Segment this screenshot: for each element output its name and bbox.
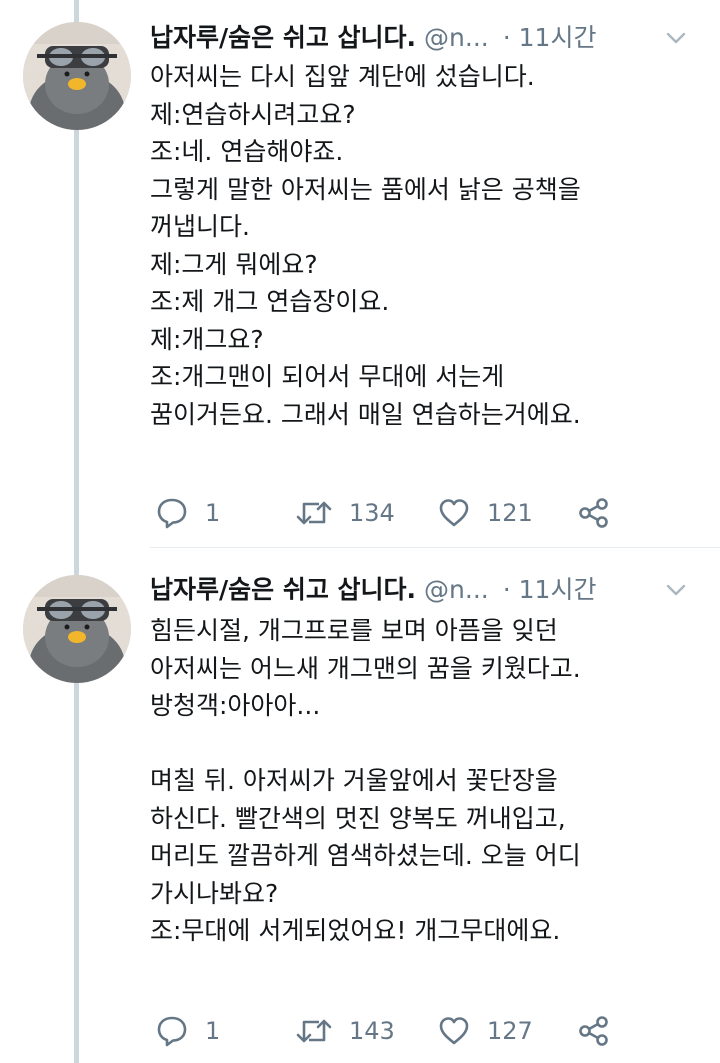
tweet-header: 납자루/숨은 쉬고 삽니다. @n... · 11시간 — [150, 572, 710, 608]
tweet[interactable]: 납자루/숨은 쉬고 삽니다. @n... · 11시간 힘든시절, 개그프로를 보며… — [0, 548, 720, 1063]
reply-count: 1 — [205, 499, 221, 527]
tweet-text: 힘든시절, 개그프로를 보며 아픔을 잊던 아저씨는 어느새 개그맨의 꿈을 키… — [150, 616, 581, 945]
retweet-icon — [296, 501, 332, 525]
retweet-count: 143 — [349, 1017, 395, 1045]
reply-button[interactable]: 1 — [155, 1010, 220, 1052]
timestamp[interactable]: · 11시간 — [503, 575, 597, 604]
reply-icon — [157, 498, 187, 529]
display-name[interactable]: 납자루/숨은 쉬고 삽니다. — [150, 23, 416, 52]
reply-button[interactable]: 1 — [155, 492, 220, 534]
user-handle[interactable]: @n... — [424, 23, 489, 52]
display-name[interactable]: 납자루/숨은 쉬고 삽니다. — [150, 575, 416, 604]
like-count: 121 — [487, 499, 533, 527]
heart-icon — [439, 499, 469, 527]
penguin-with-goggles-avatar — [23, 22, 131, 130]
retweet-icon — [296, 1019, 332, 1043]
retweet-button[interactable]: 134 — [295, 492, 395, 534]
like-button[interactable]: 121 — [437, 492, 533, 534]
penguin-with-goggles-avatar — [23, 575, 131, 683]
timestamp[interactable]: · 11시간 — [503, 23, 597, 52]
share-icon — [579, 1016, 608, 1046]
tweet-header: 납자루/숨은 쉬고 삽니다. @n... · 11시간 — [150, 20, 710, 56]
user-handle[interactable]: @n... — [424, 575, 489, 604]
tweet-actions: 1 143 127 — [155, 1010, 635, 1052]
like-count: 127 — [487, 1017, 533, 1045]
heart-icon — [439, 1017, 469, 1045]
chevron-down-icon[interactable] — [662, 576, 690, 604]
reply-icon — [157, 1016, 187, 1047]
retweet-button[interactable]: 143 — [295, 1010, 395, 1052]
avatar[interactable] — [23, 22, 131, 130]
share-icon — [579, 498, 608, 528]
chevron-down-icon[interactable] — [662, 24, 690, 52]
share-button[interactable] — [577, 1010, 611, 1052]
tweet[interactable]: 납자루/숨은 쉬고 삽니다. @n... · 11시간 아저씨는 다시 집앞 계단에… — [0, 0, 720, 548]
share-button[interactable] — [577, 492, 611, 534]
retweet-count: 134 — [349, 499, 395, 527]
tweet-actions: 1 134 121 — [155, 492, 635, 534]
avatar[interactable] — [23, 575, 131, 683]
like-button[interactable]: 127 — [437, 1010, 533, 1052]
tweet-text: 아저씨는 다시 집앞 계단에 섰습니다. 제:연습하시려고요? 조:네. 연습해… — [150, 62, 581, 429]
reply-count: 1 — [205, 1017, 221, 1045]
